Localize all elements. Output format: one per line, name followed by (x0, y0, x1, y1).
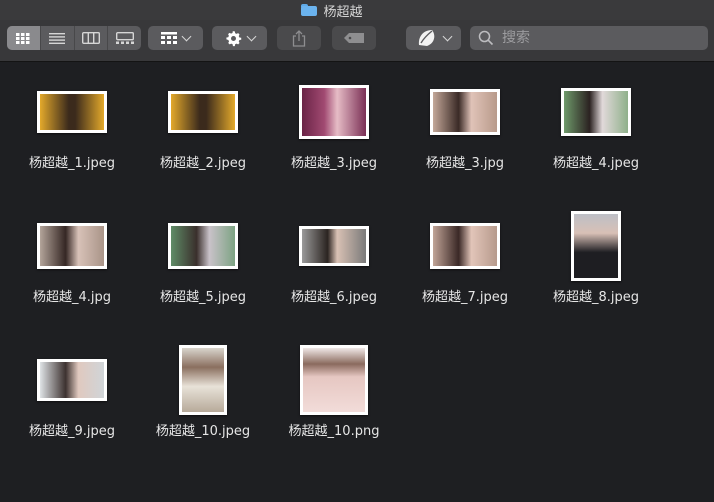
tag-button[interactable] (332, 26, 376, 50)
title-bar: 杨超越 (0, 0, 714, 20)
file-item[interactable]: 杨超越_8.jpeg (536, 211, 656, 324)
file-name: 杨超越_2.jpeg (159, 156, 247, 171)
thumbnail (37, 223, 107, 269)
window-title-group: 杨超越 (301, 1, 363, 20)
list-view-icon (49, 32, 66, 44)
view-mode-control (7, 26, 141, 50)
file-name: 杨超越_9.jpeg (28, 424, 116, 439)
file-name: 杨超越_6.jpeg (290, 290, 378, 305)
thumbnail (561, 88, 631, 136)
thumbnail (430, 223, 500, 269)
file-item[interactable]: 杨超越_4.jpeg (536, 80, 656, 190)
file-item[interactable]: 杨超越_5.jpeg (143, 214, 263, 324)
folder-icon (301, 4, 318, 16)
column-view-icon (81, 32, 100, 44)
icon-view-button[interactable] (7, 26, 41, 50)
file-name: 杨超越_10.jpeg (155, 424, 251, 439)
search-icon (478, 30, 494, 46)
app-icon (418, 30, 435, 46)
file-name: 杨超越_5.jpeg (159, 290, 247, 305)
thumbnail (168, 223, 238, 269)
thumbnail (430, 89, 500, 135)
thumbnail (571, 211, 621, 281)
file-item[interactable]: 杨超越_10.jpeg (143, 345, 263, 458)
file-item[interactable]: 杨超越_3.jpg (405, 80, 525, 190)
thumbnail (168, 91, 238, 133)
group-by-button[interactable] (148, 26, 203, 50)
list-view-button[interactable] (41, 26, 75, 50)
file-grid: 杨超越_1.jpeg 杨超越_2.jpeg 杨超越_3.jpeg 杨超越_3.j… (0, 62, 714, 502)
file-item[interactable]: 杨超越_7.jpeg (405, 214, 525, 324)
search-input[interactable] (500, 29, 704, 47)
gallery-view-icon (115, 32, 134, 44)
file-name: 杨超越_3.jpeg (290, 156, 378, 171)
file-name: 杨超越_10.png (288, 424, 380, 439)
app-button[interactable] (406, 26, 461, 50)
file-item[interactable]: 杨超越_4.jpg (12, 214, 132, 324)
share-icon (292, 29, 306, 47)
window-title: 杨超越 (323, 4, 363, 20)
file-item[interactable]: 杨超越_1.jpeg (12, 80, 132, 190)
file-name: 杨超越_3.jpg (425, 156, 505, 171)
chevron-down-icon (181, 31, 192, 41)
thumbnail (37, 359, 107, 401)
thumbnail (299, 226, 369, 266)
tag-icon (344, 33, 364, 43)
file-item[interactable]: 杨超越_10.png (274, 345, 394, 458)
thumbnail (37, 91, 107, 133)
group-by-icon (161, 32, 177, 44)
icon-view-icon (16, 32, 30, 44)
thumbnail (300, 345, 368, 415)
chevron-down-icon (442, 31, 453, 41)
thumbnail (299, 85, 369, 139)
share-button[interactable] (277, 26, 321, 50)
file-name: 杨超越_7.jpeg (421, 290, 509, 305)
file-item[interactable]: 杨超越_9.jpeg (12, 348, 132, 458)
file-name: 杨超越_4.jpeg (552, 156, 640, 171)
search-field[interactable] (470, 26, 708, 50)
thumbnail (179, 345, 227, 415)
action-button[interactable] (212, 26, 267, 50)
file-name: 杨超越_4.jpg (32, 290, 112, 305)
file-item[interactable]: 杨超越_2.jpeg (143, 80, 263, 190)
toolbar (0, 20, 714, 62)
chevron-down-icon (246, 31, 256, 41)
gallery-view-button[interactable] (108, 26, 141, 50)
gear-icon (225, 30, 241, 46)
file-name: 杨超越_8.jpeg (552, 290, 640, 305)
file-item[interactable]: 杨超越_6.jpeg (274, 214, 394, 324)
file-name: 杨超越_1.jpeg (28, 156, 116, 171)
file-item[interactable]: 杨超越_3.jpeg (274, 80, 394, 190)
column-view-button[interactable] (75, 26, 109, 50)
